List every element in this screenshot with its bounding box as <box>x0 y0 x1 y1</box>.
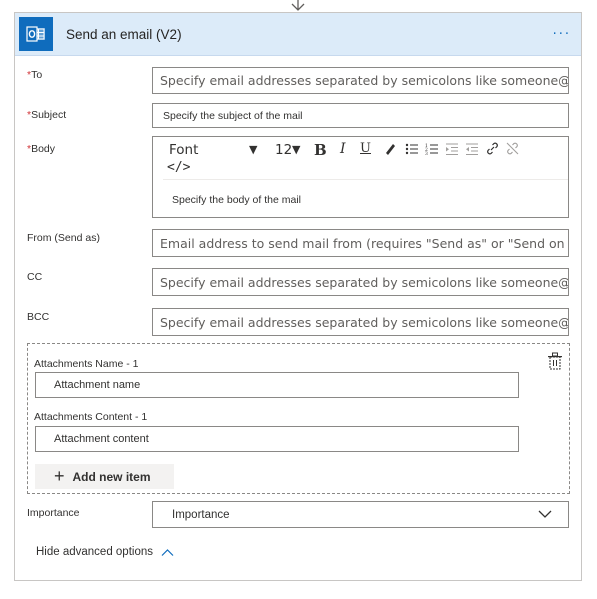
to-label: *To <box>27 69 42 81</box>
bcc-placeholder: Specify email addresses separated by sem… <box>160 314 569 330</box>
bold-icon[interactable]: B <box>314 141 327 159</box>
highlight-icon[interactable] <box>383 142 397 156</box>
attachments-group: Attachments Name - 1 Attachment name Att… <box>27 343 570 494</box>
cc-label: CC <box>27 271 43 283</box>
code-view-icon[interactable]: </> <box>167 160 190 175</box>
from-label: From (Send as) <box>27 232 100 244</box>
svg-text:3: 3 <box>425 151 428 156</box>
importance-value: Importance <box>172 508 230 521</box>
to-placeholder: Specify email addresses separated by sem… <box>160 73 569 88</box>
body-editor[interactable]: Font ▼ 12 ▼ B I U 123 </> Specify the bo… <box>152 136 569 218</box>
subject-placeholder: Specify the subject of the mail <box>163 109 303 122</box>
card-title: Send an email (V2) <box>66 26 182 42</box>
to-label-text: To <box>31 69 43 81</box>
attachment-name-input[interactable]: Attachment name <box>35 372 519 398</box>
bcc-input[interactable]: Specify email addresses separated by sem… <box>152 308 569 336</box>
action-card: Send an email (V2) ··· *To Specify email… <box>14 12 582 581</box>
attachments-name-label: Attachments Name - 1 <box>34 358 139 370</box>
font-size-caret-icon[interactable]: ▼ <box>292 143 300 156</box>
subject-label-text: Subject <box>31 109 67 121</box>
font-caret-icon[interactable]: ▼ <box>249 143 257 156</box>
numbered-list-icon[interactable]: 123 <box>425 142 439 156</box>
unlink-icon[interactable] <box>505 141 520 156</box>
bullet-list-icon[interactable] <box>405 142 419 156</box>
indent-icon[interactable] <box>445 142 459 156</box>
from-placeholder: Email address to send mail from (require… <box>160 235 569 251</box>
hide-advanced-label: Hide advanced options <box>36 546 153 558</box>
cc-placeholder: Specify email addresses separated by sem… <box>160 274 569 290</box>
card-header[interactable]: Send an email (V2) ··· <box>15 13 581 56</box>
italic-icon[interactable]: I <box>340 141 346 157</box>
from-input[interactable]: Email address to send mail from (require… <box>152 229 569 257</box>
add-new-item-label: Add new item <box>72 469 151 484</box>
outdent-icon[interactable] <box>465 142 479 156</box>
font-size-select[interactable]: 12 <box>275 142 292 158</box>
attachment-content-input[interactable]: Attachment content <box>35 426 519 452</box>
chevron-up-icon <box>161 548 174 556</box>
font-select[interactable]: Font <box>169 142 198 158</box>
importance-label: Importance <box>27 507 80 519</box>
attachments-content-label: Attachments Content - 1 <box>34 411 148 423</box>
body-placeholder: Specify the body of the mail <box>172 194 301 206</box>
subject-input[interactable]: Specify the subject of the mail <box>152 103 569 128</box>
subject-label: *Subject <box>27 109 66 121</box>
bcc-label: BCC <box>27 311 50 323</box>
delete-item-icon[interactable] <box>547 352 563 370</box>
arrow-down-icon <box>291 0 305 11</box>
chevron-down-icon <box>538 510 552 518</box>
link-icon[interactable] <box>485 141 500 156</box>
attachment-content-placeholder: Attachment content <box>54 433 149 445</box>
underline-icon[interactable]: U <box>360 141 371 156</box>
to-input[interactable]: Specify email addresses separated by sem… <box>152 67 569 94</box>
hide-advanced-options-link[interactable]: Hide advanced options <box>36 546 174 558</box>
cc-input[interactable]: Specify email addresses separated by sem… <box>152 268 569 296</box>
body-label: *Body <box>27 143 55 155</box>
rich-text-toolbar: Font ▼ 12 ▼ B I U 123 </> <box>163 137 568 180</box>
body-label-text: Body <box>31 143 56 155</box>
outlook-icon <box>19 17 53 51</box>
more-options-icon[interactable]: ··· <box>553 27 571 42</box>
importance-select[interactable]: Importance <box>152 501 569 528</box>
plus-icon: + <box>54 466 65 486</box>
attachment-name-placeholder: Attachment name <box>54 379 141 391</box>
add-new-item-button[interactable]: + Add new item <box>35 464 174 489</box>
